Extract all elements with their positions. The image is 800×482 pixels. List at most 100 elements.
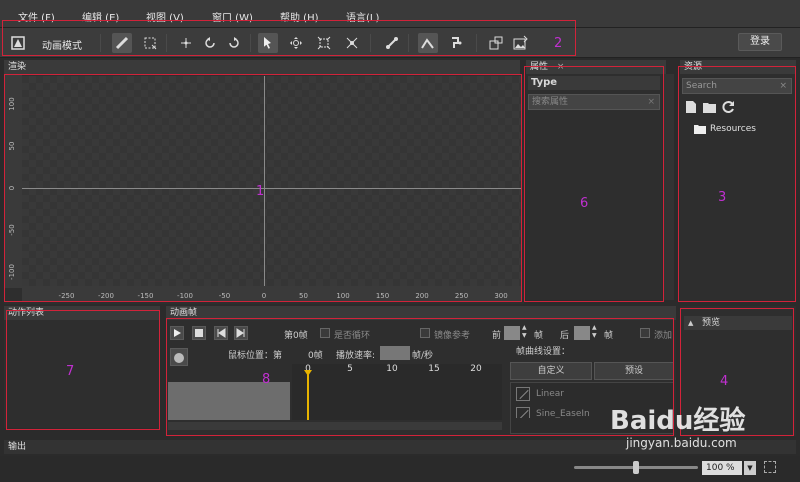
timeline-layer-area[interactable]: [168, 382, 290, 420]
clear-icon[interactable]: ×: [647, 95, 655, 109]
crop-tool-icon[interactable]: [140, 33, 160, 53]
x-ruler-tick-label: -150: [137, 292, 154, 300]
image-export-icon[interactable]: [510, 33, 530, 53]
custom-curve-tab[interactable]: 自定义: [510, 362, 592, 380]
prev-stepper-icon[interactable]: ▲ ▼: [522, 324, 527, 340]
main-toolbar: 动画模式: [0, 28, 800, 58]
annotation-label-6: 6: [580, 196, 589, 211]
next-frame-button[interactable]: [234, 326, 248, 340]
properties-panel-title: 属性 ×: [526, 60, 666, 74]
menu-view[interactable]: 视图 (V): [146, 9, 184, 24]
next-frame-unit: 帧: [604, 331, 614, 341]
move-point-icon[interactable]: [176, 33, 196, 53]
next-stepper-icon[interactable]: ▲ ▼: [592, 324, 597, 340]
mirror-checkbox[interactable]: [420, 328, 430, 338]
annotation-label-7: 7: [66, 364, 75, 379]
timeline-track[interactable]: [292, 378, 502, 420]
folder-icon: [694, 124, 706, 134]
timeline-scrollbar[interactable]: [168, 422, 502, 430]
add-checkbox[interactable]: [640, 328, 650, 338]
play-button[interactable]: [170, 326, 184, 340]
properties-title: 属性: [530, 62, 549, 72]
stop-button[interactable]: [192, 326, 206, 340]
curve-label: 帧曲线设置：: [516, 347, 571, 357]
close-icon[interactable]: ×: [557, 62, 565, 72]
prev-frame-button[interactable]: [214, 326, 228, 340]
y-ruler-tick-label: -50: [8, 224, 16, 236]
skeleton-icon[interactable]: [446, 33, 466, 53]
type-label: Type: [528, 76, 660, 90]
linear-curve-icon: [516, 387, 530, 401]
zoom-slider-thumb[interactable]: [633, 461, 639, 474]
mode-label[interactable]: 动画模式: [42, 37, 82, 52]
clear-icon[interactable]: ×: [779, 79, 787, 93]
rotate-cw-icon[interactable]: [224, 33, 244, 53]
refresh-icon[interactable]: [722, 100, 736, 114]
x-ruler-tick-label: 300: [494, 292, 508, 300]
export-frame-icon[interactable]: [486, 33, 506, 53]
playhead[interactable]: [307, 372, 309, 420]
menu-file[interactable]: 文件 (F): [18, 9, 55, 24]
watermark-logo: Baidu经验: [610, 406, 746, 436]
x-ruler-labels: -250 -200 -150 -100 -50 0 50 100 150 200 250 300: [22, 290, 522, 302]
next-label: 后: [560, 331, 570, 341]
resources-panel: Search × Resources: [680, 74, 796, 302]
menu-help[interactable]: 帮助 (H): [280, 9, 319, 24]
timeline-tick-label: 15: [428, 364, 440, 374]
bone-bind-icon[interactable]: [382, 33, 402, 53]
tree-item-resources[interactable]: Resources: [710, 124, 756, 134]
x-ruler-tick-label: -50: [218, 292, 231, 300]
status-bar: [0, 456, 800, 482]
collapse-icon[interactable]: ▲: [688, 319, 693, 327]
loop-checkbox[interactable]: [320, 328, 330, 338]
y-ruler-tick-label: 0: [8, 185, 16, 191]
x-ruler-tick-label: 0: [261, 292, 267, 300]
x-ruler-tick-label: 100: [336, 292, 350, 300]
resources-panel-title: 资源: [680, 60, 796, 74]
annotation-label-4: 4: [720, 374, 729, 389]
select-tool-icon[interactable]: [258, 33, 278, 53]
open-folder-icon[interactable]: [702, 100, 718, 114]
preset-curve-tab[interactable]: 预设: [594, 362, 674, 380]
action-list-panel: [4, 320, 160, 428]
y-axis-line: [264, 76, 265, 286]
mode-icon[interactable]: [8, 33, 28, 53]
ik-icon[interactable]: [418, 33, 438, 53]
login-button[interactable]: 登录: [738, 33, 782, 51]
prev-frames-input[interactable]: [504, 326, 520, 340]
rotate-ccw-icon[interactable]: [200, 33, 220, 53]
watermark-url: jingyan.baidu.com: [626, 436, 737, 450]
render-viewport[interactable]: [22, 76, 522, 286]
add-label: 添加: [654, 331, 673, 341]
fit-view-icon[interactable]: [764, 461, 776, 473]
resource-search-input[interactable]: Search ×: [682, 78, 792, 94]
new-file-icon[interactable]: [684, 100, 698, 114]
x-ruler-tick-label: 200: [415, 292, 429, 300]
scale-icon[interactable]: [314, 33, 334, 53]
frame-label: 第0帧: [284, 331, 308, 341]
menu-window[interactable]: 窗口 (W): [212, 9, 253, 24]
speed-input[interactable]: [380, 346, 410, 360]
zoom-input[interactable]: 100 %: [702, 461, 742, 475]
next-frames-input[interactable]: [574, 326, 590, 340]
mouse-pos-value: 0帧: [308, 351, 323, 361]
transform-icon[interactable]: [286, 33, 306, 53]
menu-bar: 文件 (F) 编辑 (E) 视图 (V) 窗口 (W) 帮助 (H) 语言(L): [0, 0, 800, 28]
menu-edit[interactable]: 编辑 (E): [82, 9, 119, 24]
skew-icon[interactable]: [342, 33, 362, 53]
annotation-label-3: 3: [718, 190, 727, 205]
loop-label: 是否循环: [334, 331, 371, 341]
properties-scrollbar[interactable]: [664, 74, 674, 300]
zoom-dropdown-icon[interactable]: ▼: [744, 461, 756, 475]
x-ruler-tick-label: 150: [375, 292, 390, 300]
property-search-input[interactable]: 搜索属性 ×: [528, 94, 660, 110]
x-axis-line: [22, 188, 522, 189]
y-ruler-labels: 100 50 0 -50 -100: [4, 74, 22, 288]
x-ruler-tick-label: -200: [98, 292, 114, 300]
mirror-label: 镜像参考: [434, 331, 471, 341]
y-ruler-tick-label: 100: [8, 97, 16, 111]
menu-language[interactable]: 语言(L): [346, 9, 379, 24]
onion-skin-button[interactable]: [170, 348, 188, 366]
anim-frame-panel: 第0帧 是否循环 镜像参考 前 ▲ ▼ 帧 后 ▲ ▼ 帧 添加 鼠标位置：第 0帧…: [166, 320, 676, 436]
bone-tool-icon[interactable]: [112, 33, 132, 53]
